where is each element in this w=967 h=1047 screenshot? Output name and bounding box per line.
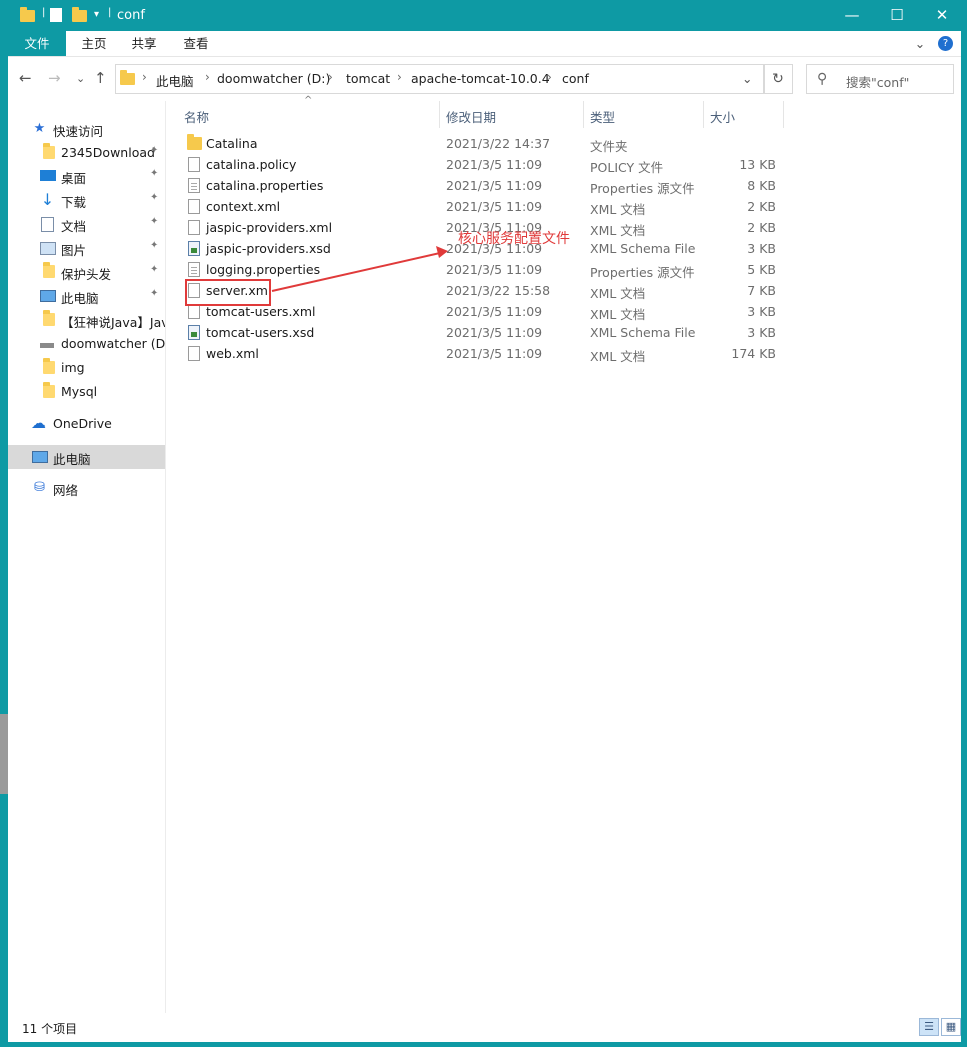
status-item-count: 11 个项目 xyxy=(22,1022,78,1036)
annotation-label: 核心服务配置文件 xyxy=(458,231,570,247)
annotation-arrow xyxy=(271,246,448,292)
large-icons-view-button[interactable]: ▦ xyxy=(941,1018,961,1036)
details-view-button[interactable]: ☰ xyxy=(919,1018,939,1036)
